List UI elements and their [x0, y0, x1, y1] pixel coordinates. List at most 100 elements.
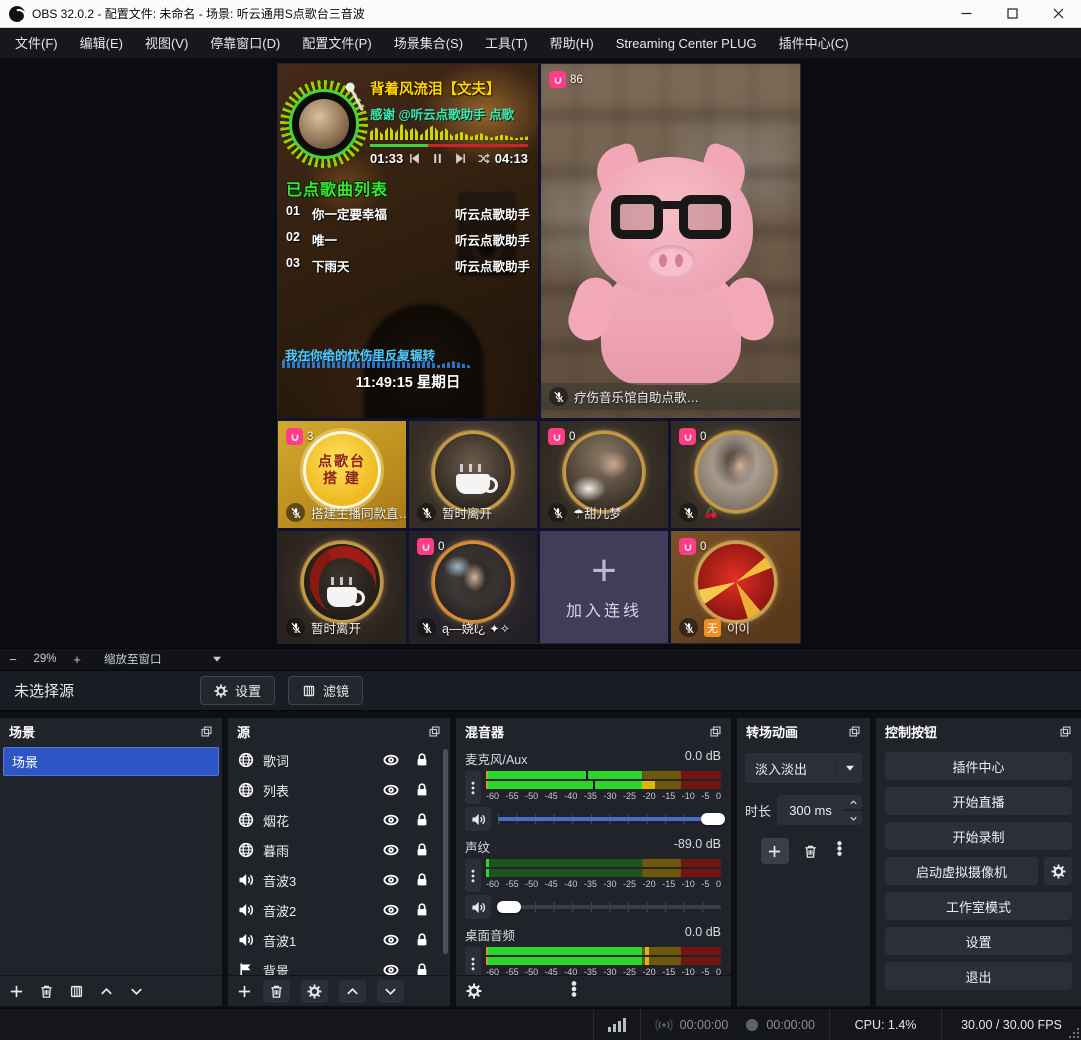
source-row[interactable]: 暮雨 [228, 835, 450, 865]
source-row[interactable]: 音波1 [228, 925, 450, 955]
menu-item[interactable]: 文件(F) [4, 29, 69, 58]
remove-transition-button[interactable] [803, 844, 818, 859]
duration-spinbox[interactable]: 300 ms [777, 795, 862, 825]
lock-icon[interactable] [414, 902, 430, 918]
menu-item[interactable]: 帮助(H) [539, 29, 605, 58]
remove-source-button[interactable] [263, 980, 290, 1003]
menu-item[interactable]: 编辑(E) [69, 29, 134, 58]
menu-item[interactable]: 工具(T) [474, 29, 539, 58]
db-scale-label: -30 [603, 879, 616, 889]
source-row[interactable]: 列表 [228, 775, 450, 805]
db-scale-label: -45 [545, 879, 558, 889]
zoom-out-button[interactable]: − [0, 652, 26, 667]
menu-item[interactable]: 停靠窗口(D) [199, 29, 291, 58]
lock-icon[interactable] [414, 812, 430, 828]
advanced-audio-button[interactable] [466, 983, 482, 999]
start-recording-button[interactable]: 开始录制 [885, 822, 1072, 850]
db-scale-label: -15 [662, 879, 675, 889]
menu-item[interactable]: 插件中心(C) [768, 29, 860, 58]
source-row[interactable]: 烟花 [228, 805, 450, 835]
plugin-center-button[interactable]: 插件中心 [885, 752, 1072, 780]
popout-icon[interactable] [709, 725, 722, 738]
lock-icon[interactable] [414, 782, 430, 798]
channel-menu-button[interactable] [465, 859, 481, 892]
lock-icon[interactable] [414, 962, 430, 975]
visibility-icon[interactable] [383, 872, 399, 888]
duration-up-button[interactable] [844, 795, 862, 809]
popout-icon[interactable] [1059, 725, 1072, 738]
source-properties-button[interactable] [301, 980, 328, 1003]
scene-filters-button[interactable] [69, 984, 84, 999]
lock-icon[interactable] [414, 872, 430, 888]
start-streaming-button[interactable]: 开始直播 [885, 787, 1072, 815]
lock-icon[interactable] [414, 842, 430, 858]
pig-glasses [611, 195, 731, 241]
remove-scene-button[interactable] [39, 984, 54, 999]
maximize-button[interactable] [989, 0, 1035, 27]
visibility-icon[interactable] [383, 752, 399, 768]
source-row[interactable]: 背景 [228, 955, 450, 975]
channel-menu-button[interactable] [465, 947, 481, 975]
menu-item[interactable]: 配置文件(P) [291, 29, 382, 58]
menu-item[interactable]: Streaming Center PLUG [605, 29, 768, 58]
studio-mode-button[interactable]: 工作室模式 [885, 892, 1072, 920]
resize-grip-icon[interactable] [1069, 1028, 1079, 1038]
visibility-icon[interactable] [383, 962, 399, 975]
add-scene-button[interactable] [9, 984, 24, 999]
channel-db: 0.0 dB [685, 925, 721, 944]
exit-button[interactable]: 退出 [885, 962, 1072, 990]
channel-menu-button[interactable] [465, 771, 481, 804]
virtual-camera-settings-button[interactable] [1044, 857, 1072, 885]
popout-icon[interactable] [848, 725, 861, 738]
mixer-menu-button[interactable] [566, 981, 582, 1002]
move-scene-down-button[interactable] [129, 984, 144, 999]
visibility-icon[interactable] [383, 782, 399, 798]
menu-item[interactable]: 视图(V) [134, 29, 199, 58]
add-source-button[interactable] [237, 984, 252, 999]
move-source-down-button[interactable] [377, 980, 404, 1003]
playlist-header: 已点歌曲列表 [286, 176, 388, 200]
mixer-dock-header: 混音器 [456, 718, 731, 745]
fit-to-window-label[interactable]: 缩放至窗口 [104, 651, 162, 667]
source-row[interactable]: 音波2 [228, 895, 450, 925]
transition-select[interactable]: 淡入淡出 [745, 753, 862, 783]
minimize-button[interactable] [943, 0, 989, 27]
slider-handle[interactable] [497, 901, 521, 913]
visibility-icon[interactable] [383, 932, 399, 948]
lock-icon[interactable] [414, 752, 430, 768]
program-canvas[interactable]: 背着风流泪【文夫】 感谢 @听云点歌助手 点歌 01:33 04:13 已点歌曲… [278, 64, 800, 643]
visibility-icon[interactable] [383, 842, 399, 858]
slider-handle[interactable] [701, 813, 725, 825]
transition-menu-button[interactable] [832, 841, 847, 861]
scene-list-item[interactable]: 场景 [3, 747, 219, 776]
close-button[interactable] [1035, 0, 1081, 27]
mute-button[interactable] [465, 895, 491, 919]
source-row[interactable]: 歌词 [228, 745, 450, 775]
zoom-dropdown-caret[interactable] [206, 654, 228, 664]
volume-slider[interactable] [498, 811, 721, 827]
popout-icon[interactable] [428, 725, 441, 738]
join-tile[interactable]: + 加入连线 [540, 531, 668, 643]
lock-icon[interactable] [414, 932, 430, 948]
visibility-icon[interactable] [383, 902, 399, 918]
sources-scrollbar[interactable] [443, 749, 448, 954]
source-settings-button[interactable]: 设置 [200, 676, 275, 705]
menu-item[interactable]: 场景集合(S) [383, 29, 474, 58]
duration-down-button[interactable] [844, 811, 862, 825]
popout-icon[interactable] [200, 725, 213, 738]
move-source-up-button[interactable] [339, 980, 366, 1003]
source-row[interactable]: 音波3 [228, 865, 450, 895]
preview-area[interactable]: 背着风流泪【文夫】 感谢 @听云点歌助手 点歌 01:33 04:13 已点歌曲… [0, 58, 1081, 648]
add-transition-button[interactable] [761, 838, 789, 864]
mute-button[interactable] [465, 807, 491, 831]
browser-source-icon [238, 812, 254, 828]
visibility-icon[interactable] [383, 812, 399, 828]
source-filters-button[interactable]: 滤镜 [288, 676, 363, 705]
zoom-in-button[interactable]: + [64, 652, 90, 667]
move-scene-up-button[interactable] [99, 984, 114, 999]
meter-segment [488, 957, 642, 965]
settings-button[interactable]: 设置 [885, 927, 1072, 955]
volume-slider[interactable] [498, 899, 721, 915]
start-virtual-camera-button[interactable]: 启动虚拟摄像机 [885, 857, 1038, 885]
transitions-dock: 转场动画 淡入淡出 时长 300 ms [737, 718, 870, 1006]
